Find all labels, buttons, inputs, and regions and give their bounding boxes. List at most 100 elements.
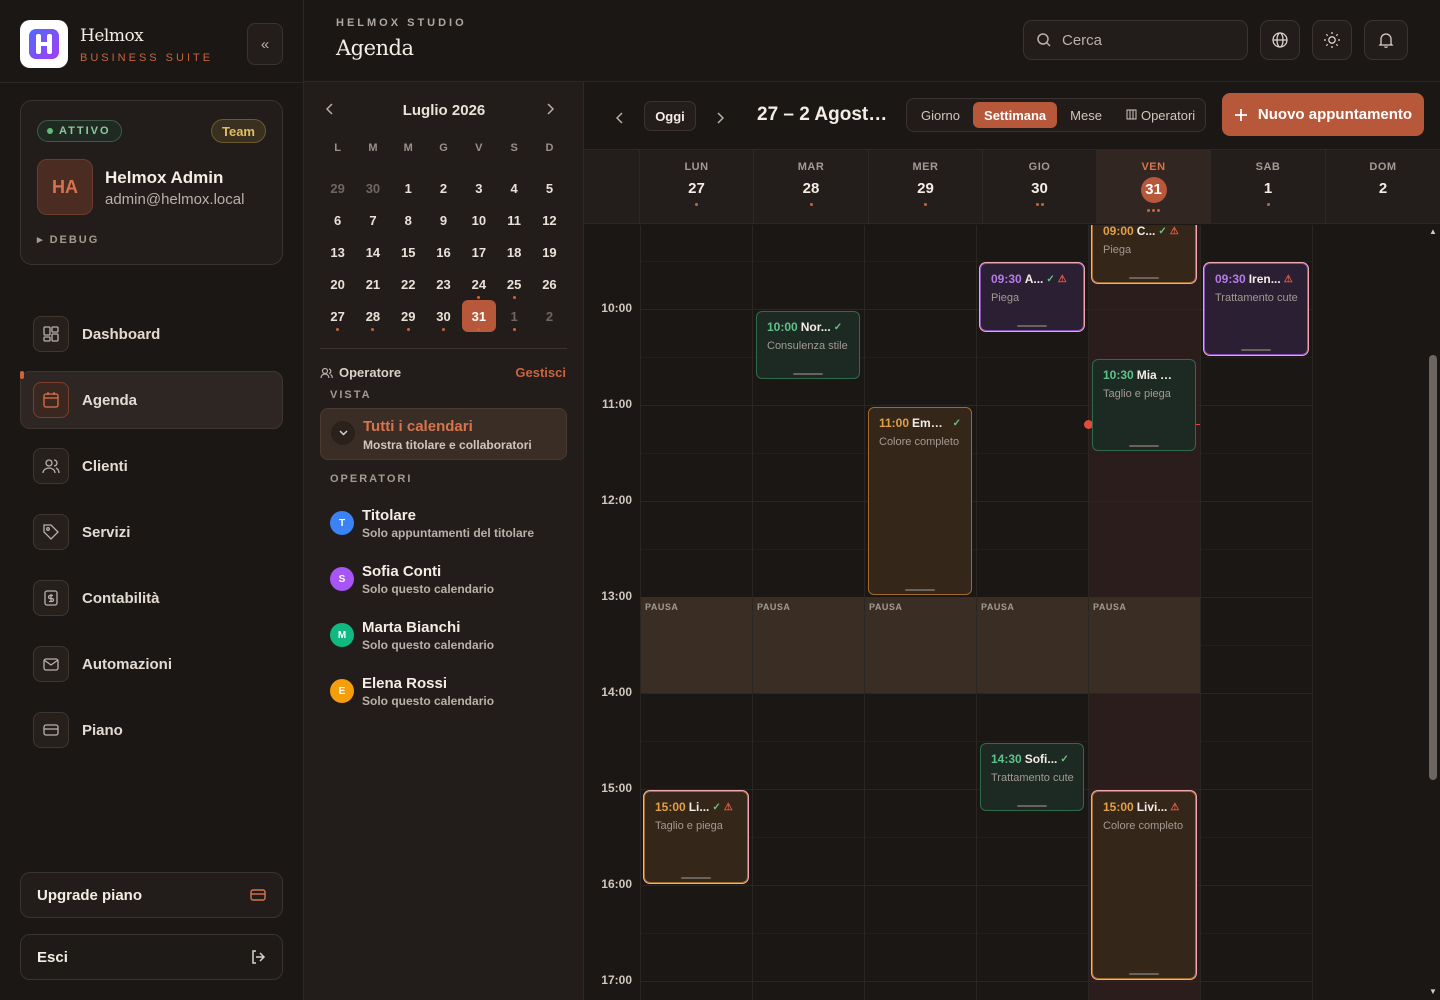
logout-button[interactable]: Esci [20, 934, 283, 980]
operator-item-elena-rossi[interactable]: E Elena Rossi Solo questo calendario [320, 669, 567, 717]
mini-cal-day[interactable]: 17 [461, 236, 496, 268]
mini-cal-next-button[interactable] [546, 102, 555, 118]
nav-item-servizi[interactable]: Servizi [20, 503, 283, 561]
mini-cal-day[interactable]: 25 [496, 268, 531, 300]
scroll-up-icon[interactable]: ▲ [1429, 227, 1437, 236]
time-grid[interactable]: 10:00 11:00 12:00 13:00 14:00 15:00 16:00 17:00… [584, 225, 1426, 1000]
view-tab-operatori[interactable]: Operatori [1115, 102, 1206, 128]
resize-handle[interactable] [1129, 445, 1159, 447]
day-header-mer[interactable]: MER 29 [868, 150, 982, 224]
operator-item-sofia-conti[interactable]: S Sofia Conti Solo questo calendario [320, 557, 567, 605]
mini-cal-day[interactable]: 31 [461, 300, 496, 332]
brand-logo[interactable] [20, 20, 68, 68]
prev-week-button[interactable] [606, 104, 634, 132]
appointment-card[interactable]: 10:00 Nor... ✓ Consulenza stile [756, 311, 860, 379]
nav-item-dashboard[interactable]: Dashboard [20, 305, 283, 363]
event-dot [924, 203, 927, 206]
appointment-card[interactable]: 15:00 Li... ✓ ⚠ Taglio e piega [644, 791, 748, 883]
debug-toggle[interactable]: ▸ DEBUG [37, 233, 99, 246]
mini-cal-day[interactable]: 8 [391, 204, 426, 236]
day-header-sab[interactable]: SAB 1 [1210, 150, 1325, 224]
mini-cal-day[interactable]: 13 [320, 236, 355, 268]
operator-item-titolare[interactable]: T Titolare Solo appuntamenti del titolare [320, 501, 567, 549]
day-header-lun[interactable]: LUN 27 [639, 150, 753, 224]
mini-cal-day[interactable]: 9 [426, 204, 461, 236]
mini-cal-day[interactable]: 20 [320, 268, 355, 300]
mini-cal-day[interactable]: 2 [532, 300, 567, 332]
resize-handle[interactable] [905, 589, 935, 591]
appointment-card[interactable]: 09:30 Iren... ⚠ Trattamento cute [1204, 263, 1308, 355]
mini-cal-day[interactable]: 7 [355, 204, 390, 236]
appointment-card[interactable]: 10:30Mia Ro... Taglio e piega [1092, 359, 1196, 451]
resize-handle[interactable] [1129, 973, 1159, 975]
resize-handle[interactable] [1129, 277, 1159, 279]
nav-item-automazioni[interactable]: Automazioni [20, 635, 283, 693]
mini-cal-day[interactable]: 29 [320, 172, 355, 204]
nav-item-contabilit[interactable]: Contabilità [20, 569, 283, 627]
next-week-button[interactable] [706, 104, 734, 132]
resize-handle[interactable] [1241, 349, 1271, 351]
day-header-gio[interactable]: GIO 30 [982, 150, 1096, 224]
mini-cal-day[interactable]: 24 [461, 268, 496, 300]
day-header-mar[interactable]: MAR 28 [753, 150, 868, 224]
appointment-client: Nor... [800, 320, 831, 334]
view-tab-settimana[interactable]: Settimana [973, 102, 1058, 128]
mini-cal-day[interactable]: 1 [391, 172, 426, 204]
appointment-card[interactable]: 14:30 Sofi... ✓ Trattamento cute [980, 743, 1084, 811]
view-tab-mese[interactable]: Mese [1059, 102, 1113, 128]
mini-cal-day[interactable]: 2 [426, 172, 461, 204]
mini-cal-day[interactable]: 11 [496, 204, 531, 236]
mini-cal-day[interactable]: 10 [461, 204, 496, 236]
nav-item-piano[interactable]: Piano [20, 701, 283, 759]
search-input[interactable] [1062, 31, 1232, 49]
appointment-card[interactable]: 15:00 Livi... ⚠ Colore completo [1092, 791, 1196, 979]
all-calendars-option[interactable]: Tutti i calendari Mostra titolare e coll… [320, 408, 567, 460]
mini-cal-day[interactable]: 4 [496, 172, 531, 204]
mini-cal-day[interactable]: 12 [532, 204, 567, 236]
new-appointment-button[interactable]: Nuovo appuntamento [1222, 93, 1424, 136]
mini-cal-day[interactable]: 26 [532, 268, 567, 300]
mini-cal-day[interactable]: 22 [391, 268, 426, 300]
operator-item-marta-bianchi[interactable]: M Marta Bianchi Solo questo calendario [320, 613, 567, 661]
resize-handle[interactable] [1017, 325, 1047, 327]
language-button[interactable] [1260, 20, 1300, 60]
mini-cal-day[interactable]: 23 [426, 268, 461, 300]
mini-cal-day[interactable]: 29 [391, 300, 426, 332]
collapse-sidebar-button[interactable]: « [247, 23, 283, 65]
mini-cal-day[interactable]: 3 [461, 172, 496, 204]
nav-item-clienti[interactable]: Clienti [20, 437, 283, 495]
appointment-card[interactable]: 11:00 Emm... ✓ Colore completo [868, 407, 972, 595]
mini-cal-day[interactable]: 16 [426, 236, 461, 268]
mini-cal-day[interactable]: 28 [355, 300, 390, 332]
resize-handle[interactable] [793, 373, 823, 375]
upgrade-plan-button[interactable]: Upgrade piano [20, 872, 283, 918]
resize-handle[interactable] [681, 877, 711, 879]
mini-cal-day[interactable]: 18 [496, 236, 531, 268]
mini-cal-day[interactable]: 15 [391, 236, 426, 268]
mini-cal-day[interactable]: 30 [426, 300, 461, 332]
appointment-card[interactable]: 09:00 C... ✓ ⚠ Piega [1092, 225, 1196, 283]
nav-item-agenda[interactable]: Agenda [20, 371, 283, 429]
mini-cal-day[interactable]: 21 [355, 268, 390, 300]
mini-cal-day[interactable]: 1 [496, 300, 531, 332]
mini-cal-day[interactable]: 19 [532, 236, 567, 268]
day-header-ven[interactable]: VEN 31 [1096, 150, 1210, 224]
today-button[interactable]: Oggi [644, 101, 696, 131]
logout-icon [252, 950, 266, 964]
mini-cal-day[interactable]: 14 [355, 236, 390, 268]
mini-cal-day[interactable]: 30 [355, 172, 390, 204]
mini-cal-day[interactable]: 6 [320, 204, 355, 236]
notifications-button[interactable] [1364, 20, 1408, 60]
appointment-card[interactable]: 09:30 A... ✓ ⚠ Piega [980, 263, 1084, 331]
view-tab-giorno[interactable]: Giorno [910, 102, 971, 128]
vertical-scrollbar[interactable]: ▲ ▼ [1426, 225, 1440, 1000]
day-header-dom[interactable]: DOM 2 [1325, 150, 1440, 224]
scroll-down-icon[interactable]: ▼ [1429, 987, 1437, 996]
day-number: 7 [369, 212, 377, 228]
scrollbar-thumb[interactable] [1429, 355, 1437, 780]
theme-toggle-button[interactable] [1312, 20, 1352, 60]
resize-handle[interactable] [1017, 805, 1047, 807]
manage-operators-link[interactable]: Gestisci [515, 365, 566, 380]
mini-cal-day[interactable]: 27 [320, 300, 355, 332]
mini-cal-day[interactable]: 5 [532, 172, 567, 204]
